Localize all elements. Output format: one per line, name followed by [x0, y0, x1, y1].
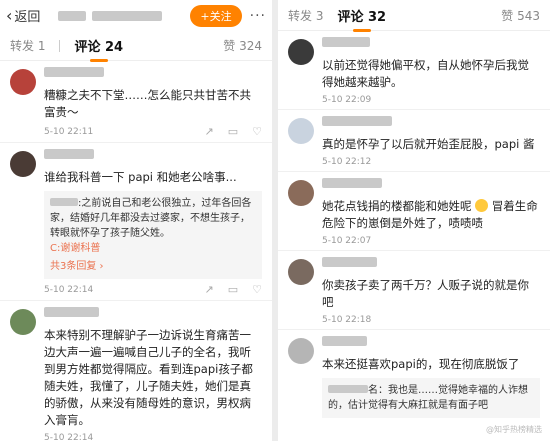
comment-text: 真的是怀孕了以后就开始歪屁股，papi 酱	[322, 137, 535, 151]
blurred-username	[92, 10, 163, 21]
tab-likes[interactable]: 赞 324	[223, 37, 262, 54]
comment-item: 你卖孩子卖了两千万？人贩子说的就是你吧 5-10 22:18	[278, 251, 550, 330]
comment-item: 谁给我科普一下 papi 和她老公啥事... :之前说自己和老公很独立，过年各回…	[0, 143, 272, 301]
comment-tabs: 转发 3 评论 32 赞 543	[278, 0, 550, 31]
comment-item: 糟糠之夫不下堂……怎么能只共甘苦不共富贵～ 5-10 22:11 ↗ ▭ ♡	[0, 61, 272, 143]
blurred-reply-name	[328, 385, 368, 393]
avatar[interactable]	[288, 180, 314, 206]
like-icon[interactable]: ♡	[252, 125, 262, 138]
comment-item: 她花点钱捐的楼都能和她姓呢 冒着生命危险下的崽倒是外姓了，啧啧啧 5-10 22…	[278, 172, 550, 251]
comment-text: 糟糠之夫不下堂……怎么能只共甘苦不共富贵～	[44, 88, 251, 119]
comment-time: 5-10 22:07	[322, 236, 372, 246]
avatar[interactable]	[10, 309, 36, 335]
comment-time: 5-10 22:14	[44, 284, 94, 295]
blurred-reply-name	[50, 198, 78, 206]
comment-text: 谁给我科普一下 papi 和她老公啥事...	[44, 170, 237, 184]
tab-reposts[interactable]: 转发 1	[10, 37, 45, 54]
share-icon[interactable]: ↗	[205, 283, 214, 296]
chevron-left-icon: ‹	[6, 6, 13, 25]
comment-item: 本来特别不理解驴子一边诉说生育痛苦一边大声一遍一遍喊自己儿子的全名，我听到男方姓…	[0, 301, 272, 441]
back-label: 返回	[14, 10, 41, 25]
blurred-avatar	[58, 10, 87, 21]
comment-item: 本来还挺喜欢papi的，现在彻底脱饭了 名：我也是……觉得她幸福的人诈想的，估计…	[278, 330, 550, 422]
blurred-commenter-name[interactable]	[44, 149, 94, 159]
avatar[interactable]	[288, 259, 314, 285]
reply-handle[interactable]: C:谢谢科普	[50, 241, 256, 256]
tab-divider	[59, 39, 61, 52]
tab-comments[interactable]: 评论 32	[337, 6, 386, 25]
reply-box[interactable]: :之前说自己和老公很独立，过年各回各家，结婚好几年都没去过婆家，不想生孩子，转眼…	[44, 191, 262, 279]
blurred-commenter-name[interactable]	[322, 116, 392, 126]
tab-reposts[interactable]: 转发 3	[288, 7, 323, 24]
right-screenshot: 转发 3 评论 32 赞 543 以前还觉得她偏平权，自从她怀孕后我觉得她越来越…	[278, 0, 550, 441]
comment-text: 她花点钱捐的楼都能和她姓呢 冒着生命危险下的崽倒是外姓了，啧啧啧	[322, 198, 540, 232]
tab-likes[interactable]: 赞 543	[501, 7, 540, 24]
reply-box[interactable]: 名：我也是……觉得她幸福的人诈想的，估计觉得有大麻扛就是有面子吧	[322, 378, 540, 418]
smirk-emoji-icon	[475, 199, 489, 212]
comment-meta: 5-10 22:18	[322, 315, 540, 325]
blurred-commenter-name[interactable]	[322, 257, 377, 267]
reply-text: :之前说自己和老公很独立，过年各回各家，结婚好几年都没去过婆家，不想生孩子，转眼…	[50, 198, 252, 239]
avatar[interactable]	[288, 39, 314, 65]
comment-text: 本来特别不理解驴子一边诉说生育痛苦一边大声一遍一遍喊自己儿子的全名，我听到男方姓…	[44, 328, 253, 427]
more-icon[interactable]: ···	[250, 8, 266, 24]
watermark: @知乎热榜精选	[486, 425, 542, 434]
comment-meta: 5-10 22:12	[322, 157, 540, 167]
avatar[interactable]	[10, 151, 36, 177]
comment-icon[interactable]: ▭	[228, 125, 238, 138]
comment-meta: 5-10 22:14	[44, 433, 262, 441]
blurred-commenter-name[interactable]	[322, 37, 370, 47]
avatar[interactable]	[288, 338, 314, 364]
comment-item: 以前还觉得她偏平权，自从她怀孕后我觉得她越来越驴。 5-10 22:09	[278, 31, 550, 110]
share-icon[interactable]: ↗	[205, 125, 214, 138]
back-button[interactable]: ‹ 返回	[6, 6, 40, 25]
comment-tabs: 转发 1 评论 24 赞 324	[0, 31, 272, 61]
comment-time: 5-10 22:09	[322, 95, 372, 105]
comment-text: 本来还挺喜欢papi的，现在彻底脱饭了	[322, 357, 520, 371]
comment-meta: 5-10 22:14 ↗ ▭ ♡	[44, 283, 262, 296]
blurred-commenter-name[interactable]	[44, 307, 99, 317]
tab-comments[interactable]: 评论 24	[74, 36, 123, 55]
comment-meta: 5-10 22:11 ↗ ▭ ♡	[44, 125, 262, 138]
comment-meta: 5-10 22:09	[322, 95, 540, 105]
follow-button[interactable]: +关注	[190, 4, 242, 27]
left-screenshot: ‹ 返回 +关注 ··· 转发 1 评论 24 赞 324 糟糠之夫不下堂……怎…	[0, 0, 272, 441]
blurred-commenter-name[interactable]	[322, 178, 382, 188]
comment-time: 5-10 22:14	[44, 433, 94, 441]
reply-count-link[interactable]: 共3条回复 ›	[50, 259, 256, 274]
blurred-commenter-name[interactable]	[322, 336, 367, 346]
comment-meta: 5-10 22:07	[322, 236, 540, 246]
comment-text: 以前还觉得她偏平权，自从她怀孕后我觉得她越来越驴。	[322, 58, 529, 89]
blurred-commenter-name[interactable]	[44, 67, 104, 77]
avatar[interactable]	[10, 69, 36, 95]
avatar[interactable]	[288, 118, 314, 144]
comment-time: 5-10 22:12	[322, 157, 372, 167]
comment-icon[interactable]: ▭	[228, 283, 238, 296]
comment-item: 真的是怀孕了以后就开始歪屁股，papi 酱 5-10 22:12	[278, 110, 550, 172]
comment-text: 你卖孩子卖了两千万？人贩子说的就是你吧	[322, 278, 529, 309]
comment-time: 5-10 22:11	[44, 126, 94, 137]
comment-time: 5-10 22:18	[322, 315, 372, 325]
like-icon[interactable]: ♡	[252, 283, 262, 296]
top-bar: ‹ 返回 +关注 ···	[0, 0, 272, 31]
comment-text-part: 她花点钱捐的楼都能和她姓呢	[322, 199, 472, 213]
